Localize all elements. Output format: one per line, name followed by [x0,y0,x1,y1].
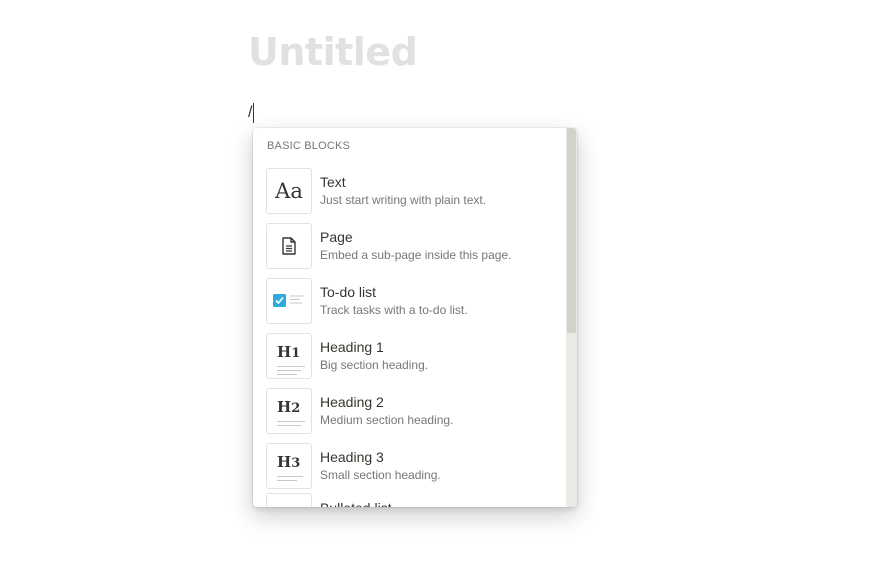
heading-3-icon: H3 [266,442,312,489]
slash-command-text: / [248,104,253,121]
heading-lines-icon [277,365,305,378]
section-header: BASIC BLOCKS [267,140,351,152]
heading-lines-icon [277,475,303,484]
menu-scrollbar-thumb[interactable] [567,128,576,333]
block-option-title: To-do list [320,283,377,300]
block-option-bulleted-list[interactable]: Bulleted list [253,493,566,507]
heading-2-icon: H2 [266,387,312,434]
block-option-heading-2[interactable]: H2 Heading 2 Medium section heading. [253,383,566,438]
block-option-todo[interactable]: To-do list Track tasks with a to-do list… [253,273,566,328]
todo-checkbox-icon [266,277,312,324]
block-option-description: Embed a sub-page inside this page. [320,247,512,262]
block-option-heading-3[interactable]: H3 Heading 3 Small section heading. [253,438,566,493]
text-caret [253,103,255,123]
block-option-description: Small section heading. [320,467,441,482]
text-aa-icon: Aa [266,167,312,214]
heading-badge: H2 [277,397,301,416]
heading-1-icon: H1 [266,332,312,379]
block-option-heading-1[interactable]: H1 Heading 1 Big section heading. [253,328,566,383]
block-option-description: Just start writing with plain text. [320,192,487,207]
heading-lines-icon [277,420,305,429]
page-document-icon [266,222,312,269]
block-option-description: Big section heading. [320,357,429,372]
heading-badge: H3 [277,452,301,471]
block-option-title: Text [320,173,346,190]
heading-badge: H1 [277,342,301,361]
block-option-title: Bulleted list [320,499,392,507]
editor-block[interactable]: / [248,102,255,124]
block-list: Aa Text Just start writing with plain te… [253,163,566,507]
block-option-description: Track tasks with a to-do list. [320,302,468,317]
bulleted-list-icon [266,493,312,507]
block-option-title: Heading 1 [320,338,384,355]
block-option-title: Heading 3 [320,448,384,465]
menu-scrollbar[interactable] [566,128,577,507]
block-option-text[interactable]: Aa Text Just start writing with plain te… [253,163,566,218]
block-option-description: Medium section heading. [320,412,454,427]
menu-scroll-area[interactable]: BASIC BLOCKS Aa Text Just start writing … [253,128,566,507]
block-option-page[interactable]: Page Embed a sub-page inside this page. [253,218,566,273]
page-title[interactable]: Untitled [248,28,418,76]
text-icon-glyph: Aa [275,178,303,203]
block-option-title: Page [320,228,353,245]
slash-command-menu: BASIC BLOCKS Aa Text Just start writing … [253,128,577,507]
block-option-title: Heading 2 [320,393,384,410]
